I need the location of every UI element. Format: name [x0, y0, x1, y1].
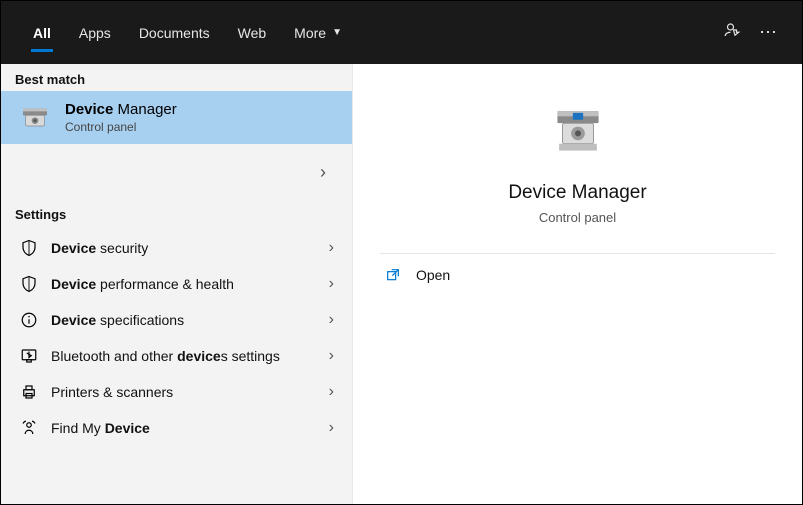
tab-web[interactable]: Web — [224, 1, 281, 64]
tab-all[interactable]: All — [19, 1, 65, 64]
setting-label: Printers & scanners — [51, 384, 317, 400]
chevron-right-icon: › — [329, 419, 338, 437]
tab-label: Apps — [79, 25, 111, 41]
tab-more[interactable]: More ▼ — [280, 1, 356, 64]
more-options-icon[interactable]: ⋯ — [759, 22, 778, 43]
setting-item[interactable]: Printers & scanners › — [1, 374, 352, 410]
tab-apps[interactable]: Apps — [65, 1, 125, 64]
tab-label: Documents — [139, 25, 210, 41]
settings-list: Device security›Device performance & hea… — [1, 230, 352, 446]
setting-label: Bluetooth and other devices settings — [51, 348, 317, 364]
search-header: All Apps Documents Web More ▼ ⋯ — [1, 1, 802, 64]
chevron-right-icon: › — [329, 275, 338, 293]
header-actions: ⋯ — [723, 21, 792, 44]
tab-label: All — [33, 25, 51, 41]
bluetooth-icon — [19, 346, 39, 366]
device-manager-large-icon — [543, 106, 613, 166]
setting-label: Device performance & health — [51, 276, 317, 292]
printer-icon — [19, 382, 39, 402]
findmy-icon — [19, 418, 39, 438]
shield-icon — [19, 238, 39, 258]
best-match-result[interactable]: Device Manager Control panel — [1, 91, 352, 144]
setting-item[interactable]: Device specifications › — [1, 302, 352, 338]
chevron-right-icon: › — [329, 239, 338, 257]
best-match-title: Device Manager — [65, 101, 177, 118]
action-open[interactable]: Open — [380, 254, 775, 296]
chevron-right-icon[interactable]: › — [320, 162, 326, 183]
tab-documents[interactable]: Documents — [125, 1, 224, 64]
setting-item[interactable]: Bluetooth and other devices settings › — [1, 338, 352, 374]
info-icon — [19, 310, 39, 330]
open-icon — [384, 266, 402, 284]
detail-title: Device Manager — [508, 182, 646, 204]
expand-row: › — [1, 144, 352, 205]
tab-label: More — [294, 25, 326, 41]
setting-item[interactable]: Device security › — [1, 230, 352, 266]
shield-icon — [19, 274, 39, 294]
setting-item[interactable]: Find My Device › — [1, 410, 352, 446]
setting-item[interactable]: Device performance & health › — [1, 266, 352, 302]
setting-label: Find My Device — [51, 420, 317, 436]
best-match-text: Device Manager Control panel — [65, 101, 177, 134]
detail-subtitle: Control panel — [539, 210, 616, 225]
filter-tabs: All Apps Documents Web More ▼ — [19, 1, 356, 64]
setting-label: Device specifications — [51, 312, 317, 328]
best-match-subtitle: Control panel — [65, 120, 177, 134]
chevron-down-icon: ▼ — [332, 27, 342, 38]
tab-label: Web — [238, 25, 267, 41]
feedback-icon[interactable] — [723, 21, 741, 44]
action-label: Open — [416, 267, 450, 283]
detail-column: Device Manager Control panel Open — [353, 64, 802, 504]
results-column: Best match Device Manager Control panel … — [1, 64, 353, 504]
chevron-right-icon: › — [329, 383, 338, 401]
device-manager-icon — [19, 102, 51, 134]
best-match-heading: Best match — [1, 64, 352, 91]
settings-heading: Settings — [1, 205, 352, 230]
setting-label: Device security — [51, 240, 317, 256]
chevron-right-icon: › — [329, 347, 338, 365]
chevron-right-icon: › — [329, 311, 338, 329]
main-area: Best match Device Manager Control panel … — [1, 64, 802, 504]
